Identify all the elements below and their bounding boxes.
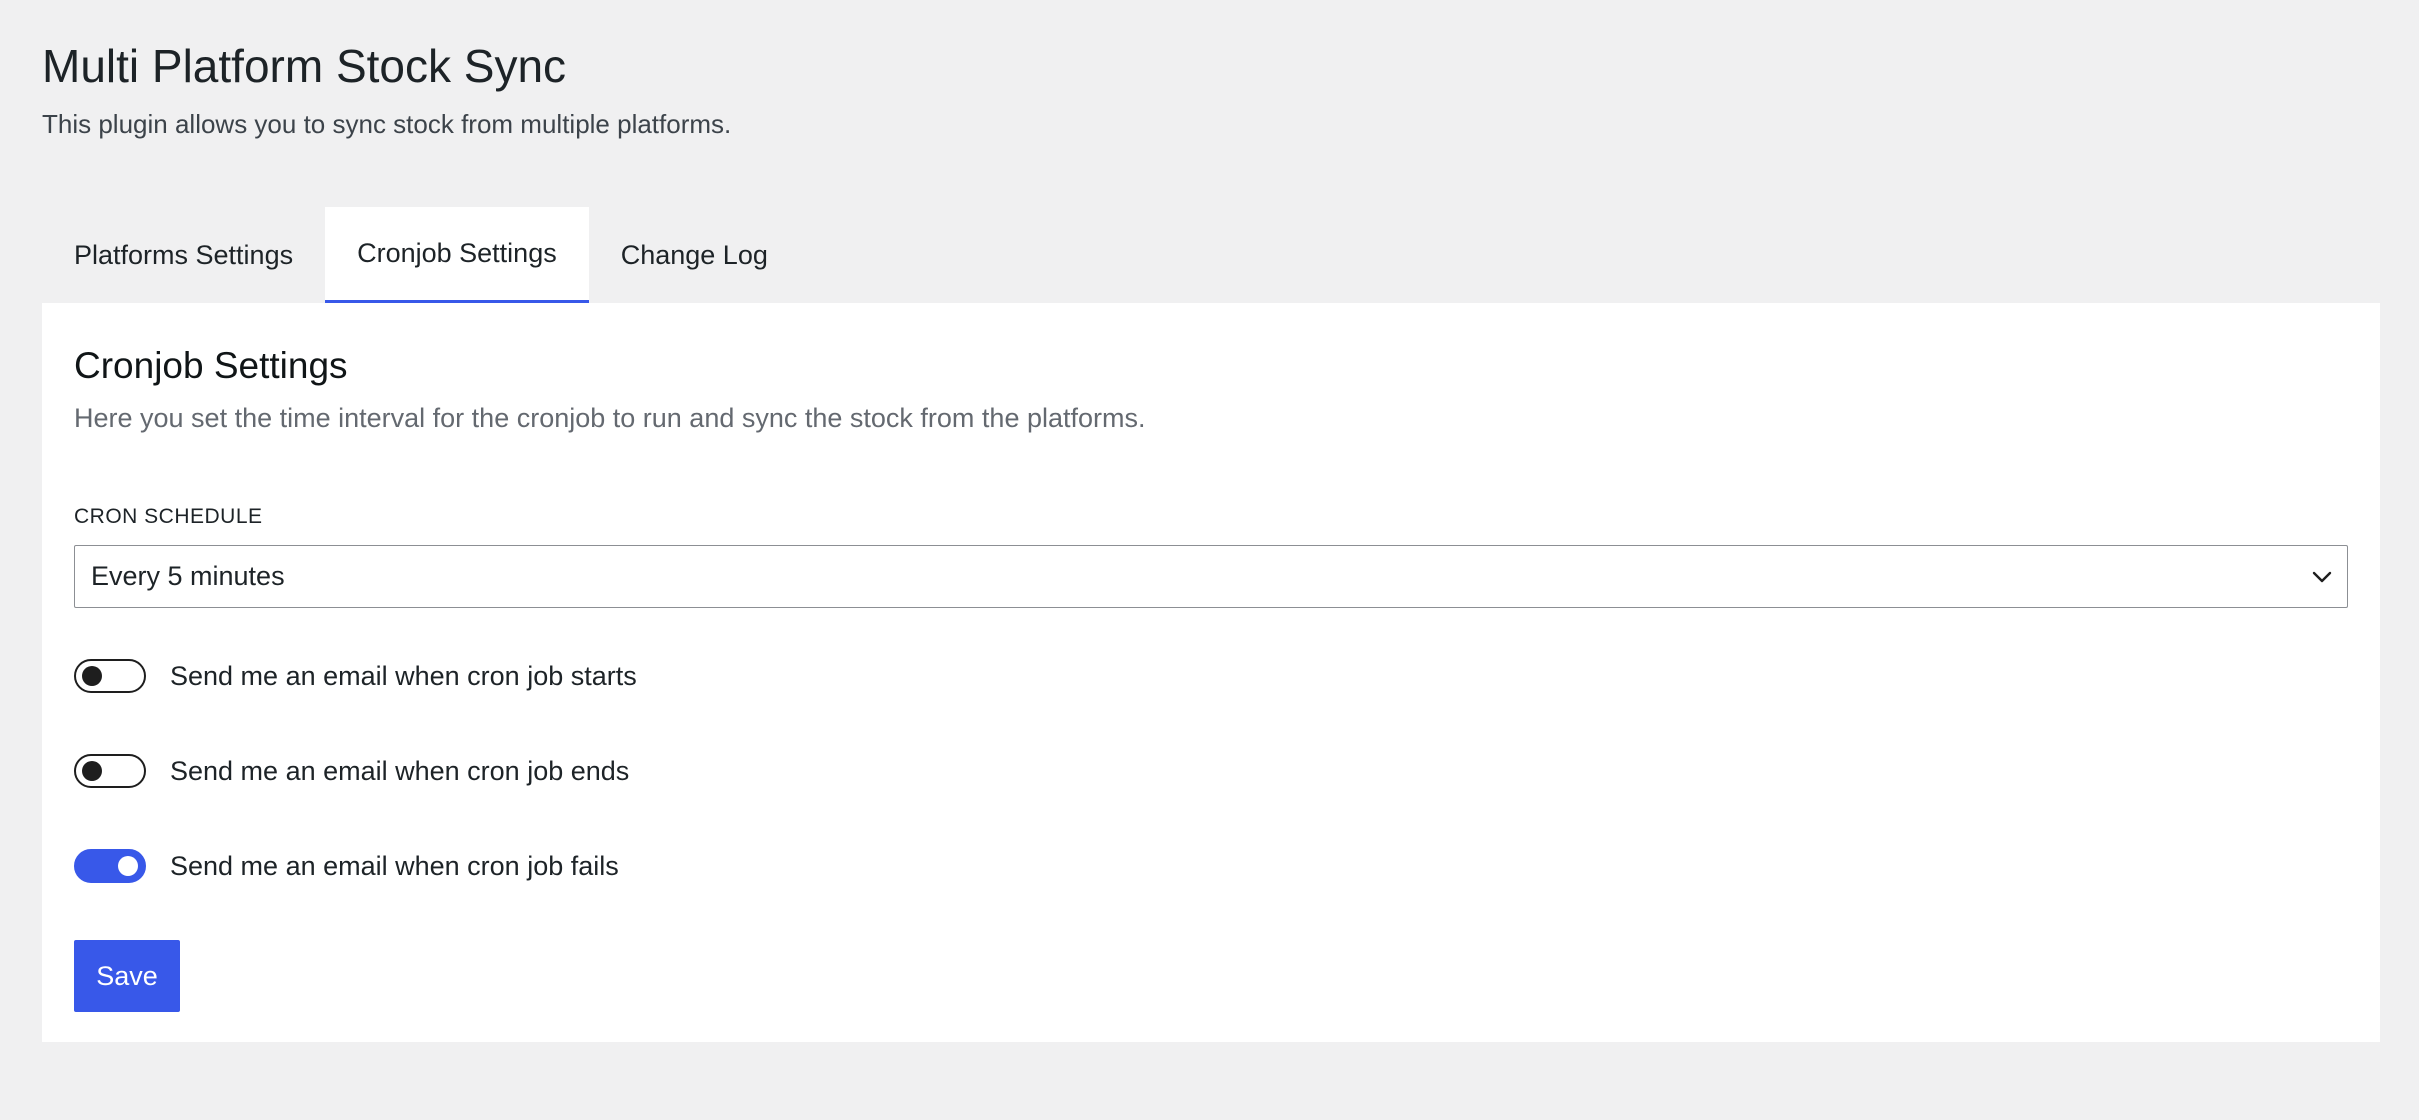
toggle-knob: [118, 856, 138, 876]
tab-cronjob-settings[interactable]: Cronjob Settings: [325, 207, 589, 303]
tab-platforms-settings[interactable]: Platforms Settings: [42, 207, 325, 303]
toggle-label-starts: Send me an email when cron job starts: [170, 660, 637, 691]
section-title: Cronjob Settings: [74, 345, 348, 386]
toggle-email-fails[interactable]: [74, 849, 146, 883]
chevron-down-icon: [2311, 566, 2333, 588]
cron-schedule-select[interactable]: Every 5 minutes: [74, 545, 2348, 608]
page-description: This plugin allows you to sync stock fro…: [42, 109, 732, 139]
toggle-knob: [82, 761, 102, 781]
cron-schedule-value: Every 5 minutes: [91, 561, 285, 591]
toggle-label-ends: Send me an email when cron job ends: [170, 755, 630, 786]
section-description: Here you set the time interval for the c…: [74, 403, 1146, 433]
settings-panel: Cronjob Settings Here you set the time i…: [42, 303, 2380, 1042]
toggle-row-starts: Send me an email when cron job starts: [74, 658, 2348, 694]
toggle-row-fails: Send me an email when cron job fails: [74, 848, 2348, 884]
toggle-email-ends[interactable]: [74, 754, 146, 788]
toggle-knob: [82, 666, 102, 686]
page-title: Multi Platform Stock Sync: [42, 40, 567, 92]
tab-bar: Platforms Settings Cronjob Settings Chan…: [42, 207, 800, 303]
toggle-label-fails: Send me an email when cron job fails: [170, 850, 619, 881]
tab-change-log[interactable]: Change Log: [589, 207, 800, 303]
page-header: Multi Platform Stock Sync This plugin al…: [42, 36, 731, 142]
toggle-email-starts[interactable]: [74, 659, 146, 693]
cron-schedule-label: CRON SCHEDULE: [74, 505, 263, 528]
save-button[interactable]: Save: [74, 940, 180, 1012]
toggle-row-ends: Send me an email when cron job ends: [74, 753, 2348, 789]
